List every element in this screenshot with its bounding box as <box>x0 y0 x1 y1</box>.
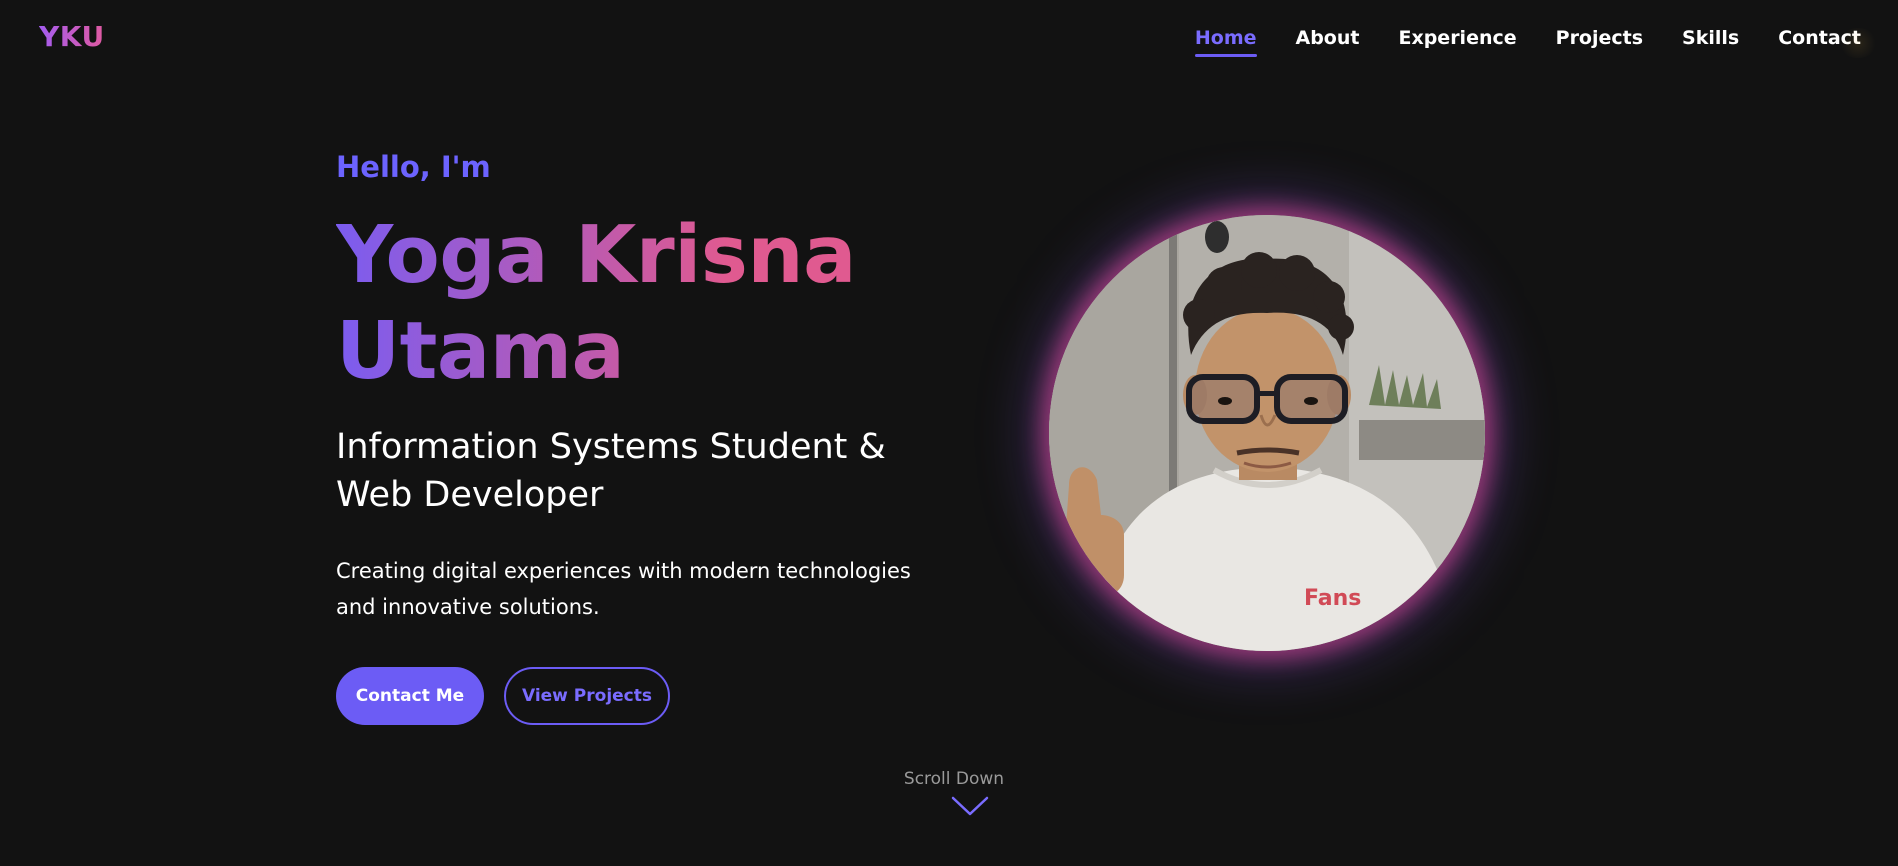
nav-link-about[interactable]: About <box>1296 27 1360 55</box>
scroll-down-label: Scroll Down <box>903 769 1005 789</box>
avatar-frame: Fans <box>1049 215 1485 651</box>
profile-photo-illustration: Fans <box>1049 215 1485 651</box>
chevron-down-icon <box>927 795 1013 821</box>
page: YKU Home About Experience Projects Skill… <box>0 0 1898 866</box>
logo[interactable]: YKU <box>39 20 105 53</box>
nav-link-experience[interactable]: Experience <box>1398 27 1516 55</box>
hero-tagline: Creating digital experiences with modern… <box>336 558 911 619</box>
contact-me-button[interactable]: Contact Me <box>336 666 484 725</box>
nav-links: Home About Experience Projects Skills Co… <box>1156 27 1861 57</box>
profile-photo: Fans <box>1049 215 1485 651</box>
view-projects-button[interactable]: View Projects <box>504 666 670 725</box>
nav-link-skills[interactable]: Skills <box>1682 27 1739 55</box>
hero-buttons: Contact Me View Projects <box>336 666 956 725</box>
nav-link-projects[interactable]: Projects <box>1556 27 1643 55</box>
hero-text: Hello, I'm Yoga Krisna Utama Information… <box>336 150 956 725</box>
greeting: Hello, I'm <box>336 150 491 184</box>
corner-glow <box>1838 28 1878 58</box>
svg-text:Fans: Fans <box>1304 586 1361 611</box>
hero-name: Yoga Krisna Utama <box>336 207 896 399</box>
hero-role: Information Systems Student & Web Develo… <box>336 426 886 515</box>
scroll-down[interactable]: Scroll Down <box>903 769 1013 821</box>
nav-link-home[interactable]: Home <box>1194 27 1257 57</box>
navbar: YKU Home About Experience Projects Skill… <box>0 0 1898 80</box>
